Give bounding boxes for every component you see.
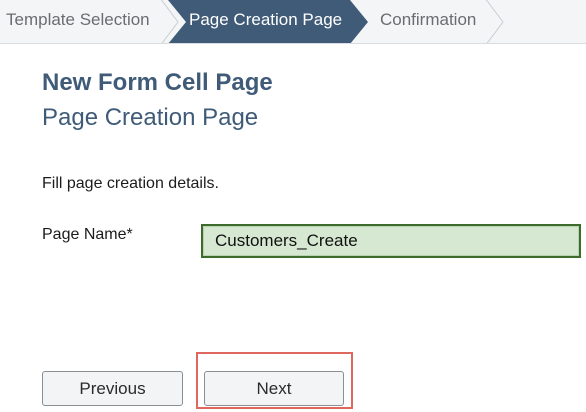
next-button[interactable]: Next [204,371,344,406]
page-name-label: Page Name* [42,226,133,243]
page-title: New Form Cell Page [42,69,273,96]
page-subtitle: Page Creation Page [42,104,259,131]
page-name-input[interactable] [201,224,581,258]
wizard-steps: Template Selection Page Creation Page Co… [0,0,586,44]
wizard-step-template-selection[interactable]: Template Selection [6,0,150,43]
wizard-step-page-creation[interactable]: Page Creation Page [189,0,342,43]
instructions-text: Fill page creation details. [42,175,219,192]
wizard-step-confirmation[interactable]: Confirmation [380,0,476,43]
previous-button[interactable]: Previous [42,371,183,406]
step-divider-3 [485,0,504,43]
